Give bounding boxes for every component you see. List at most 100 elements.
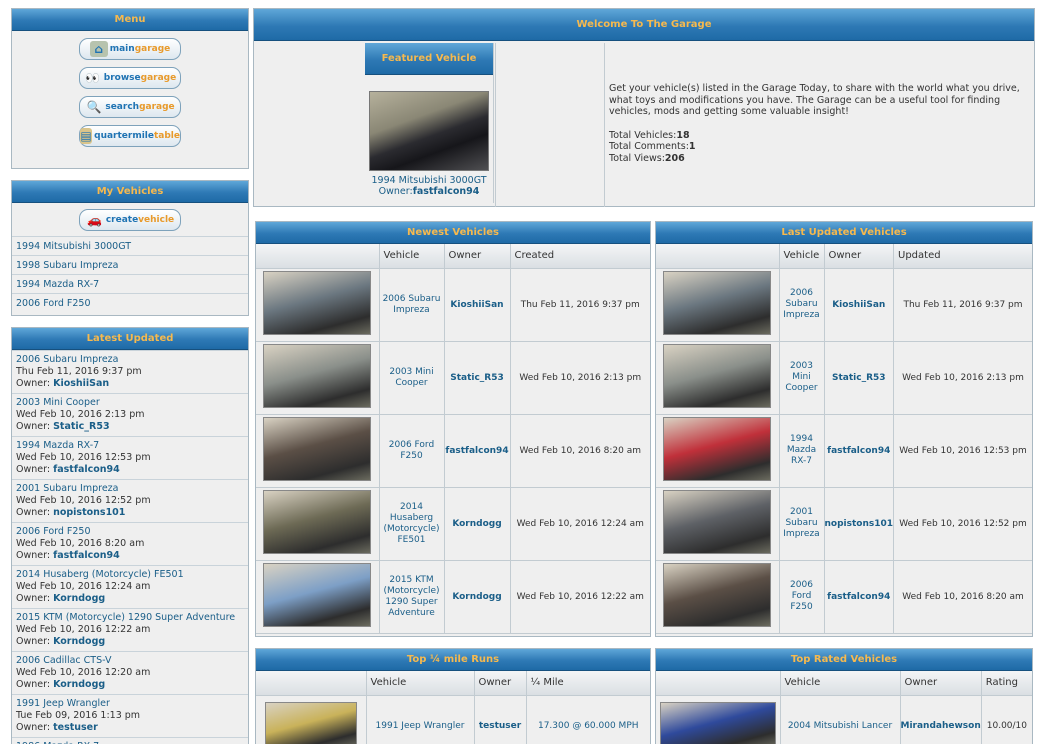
owner-link[interactable]: fastfalcon94	[824, 414, 895, 488]
thumb-cell	[656, 487, 780, 561]
featured-image[interactable]	[369, 91, 489, 171]
my-vehicle-item[interactable]: 1994 Mitsubishi 3000GT	[12, 236, 248, 255]
search-garage-button[interactable]: 🔍 search garage	[79, 96, 181, 118]
vehicle-link[interactable]: 2006 Ford F250	[379, 414, 445, 488]
owner-link[interactable]: fastfalcon94	[444, 414, 511, 488]
featured-owner[interactable]: fastfalcon94	[413, 186, 480, 197]
owner-link[interactable]: KioshiiSan	[824, 268, 895, 342]
top-rated-header: Top Rated Vehicles	[656, 649, 1032, 671]
owner-link[interactable]: Korndogg	[444, 560, 511, 634]
featured-vehicle-name[interactable]: 1994 Mitsubishi 3000GT	[365, 175, 493, 186]
vehicle-link[interactable]: 2006 Subaru Impreza	[779, 268, 825, 342]
latest-updated-header: Latest Updated	[12, 328, 248, 350]
car-add-icon: 🚗	[87, 213, 103, 227]
featured-owner-label: Owner:	[378, 186, 413, 197]
vehicle-thumbnail[interactable]	[264, 701, 357, 744]
last-updated-vehicles-table: Vehicle Owner Updated 2006 Subaru Imprez…	[656, 244, 1032, 634]
browse-garage-button[interactable]: 👀 browse garage	[79, 67, 181, 89]
owner-label: Owner:	[16, 421, 54, 432]
owner-link[interactable]: fastfalcon94	[53, 550, 120, 561]
vehicle-thumbnail[interactable]	[663, 490, 772, 554]
vehicle-link[interactable]: 1994 Mazda RX-7	[779, 414, 825, 488]
owner-link[interactable]: nopistons101	[53, 507, 125, 518]
thumb-cell	[656, 268, 780, 342]
my-vehicle-item[interactable]: 1998 Subaru Impreza	[12, 255, 248, 274]
my-vehicle-item[interactable]: 2006 Ford F250	[12, 293, 248, 312]
latest-item-owner: Owner: Korndogg	[16, 679, 244, 691]
latest-item-title[interactable]: 2006 Ford F250	[16, 526, 244, 538]
owner-link[interactable]: Korndogg	[444, 487, 511, 561]
col-vehicle: Vehicle	[366, 671, 475, 696]
owner-link[interactable]: testuser	[474, 695, 527, 744]
vehicle-link[interactable]: 2001 Subaru Impreza	[779, 487, 825, 561]
latest-item-title[interactable]: 2006 Cadillac CTS-V	[16, 655, 244, 667]
vehicle-link[interactable]: 2015 KTM (Motorcycle) 1290 Super Adventu…	[379, 560, 445, 634]
owner-link[interactable]: nopistons101	[824, 487, 895, 561]
latest-item-date: Wed Feb 10, 2016 12:52 pm	[16, 495, 151, 506]
vehicle-thumbnail[interactable]	[663, 417, 772, 481]
col-image	[256, 244, 380, 269]
vehicle-link[interactable]: 1991 Jeep Wrangler	[366, 695, 475, 744]
owner-link[interactable]: Static_R53	[824, 341, 895, 415]
owner-link[interactable]: Korndogg	[53, 593, 105, 604]
stat-value: 206	[664, 152, 685, 164]
latest-item-date: Wed Feb 10, 2016 12:53 pm	[16, 452, 151, 463]
my-vehicle-item[interactable]: 1994 Mazda RX-7	[12, 274, 248, 293]
vehicle-thumbnail[interactable]	[263, 344, 372, 408]
col-vehicle: Vehicle	[780, 671, 901, 696]
vehicle-thumbnail[interactable]	[263, 271, 372, 335]
thumb-cell	[256, 341, 380, 415]
main-garage-button[interactable]: ⌂ main garage	[79, 38, 181, 60]
vehicle-thumbnail[interactable]	[263, 490, 372, 554]
latest-item-title[interactable]: 1994 Mazda RX-7	[16, 440, 244, 452]
vehicle-link[interactable]: 2004 Mitsubishi Lancer	[780, 695, 901, 744]
vehicle-thumbnail[interactable]	[663, 271, 772, 335]
stat-label: Total Comments:	[609, 141, 689, 152]
latest-item-title[interactable]: 2014 Husaberg (Motorcycle) FE501	[16, 569, 244, 581]
vehicle-thumbnail[interactable]	[663, 563, 772, 627]
owner-link[interactable]: KioshiiSan	[444, 268, 511, 342]
vehicle-link[interactable]: 2014 Husaberg (Motorcycle) FE501	[379, 487, 445, 561]
owner-link[interactable]: Korndogg	[53, 636, 105, 647]
featured-divider-left	[495, 43, 496, 207]
create-vehicle-button[interactable]: 🚗 create vehicle	[79, 209, 181, 231]
owner-label: Owner:	[16, 507, 54, 518]
vehicle-thumbnail[interactable]	[663, 344, 772, 408]
created-date: Wed Feb 10, 2016 2:13 pm	[510, 341, 650, 415]
col-image	[656, 671, 781, 696]
col-updated: Updated	[893, 244, 1032, 269]
table-row: 2006 Ford F250 fastfalcon94 Wed Feb 10, 20…	[656, 560, 1032, 634]
latest-item-title[interactable]: 2015 KTM (Motorcycle) 1290 Super Adventu…	[16, 612, 244, 624]
vehicle-link[interactable]: 2006 Subaru Impreza	[379, 268, 445, 342]
latest-item-date: Wed Feb 10, 2016 12:22 am	[16, 624, 151, 635]
owner-link[interactable]: KioshiiSan	[53, 378, 109, 389]
vehicle-thumbnail[interactable]	[659, 701, 776, 744]
latest-item-title[interactable]: 2006 Subaru Impreza	[16, 354, 244, 366]
latest-item-owner: Owner: KioshiiSan	[16, 378, 244, 390]
owner-link[interactable]: fastfalcon94	[53, 464, 120, 475]
latest-item-title[interactable]: 2001 Subaru Impreza	[16, 483, 244, 495]
owner-link[interactable]: Korndogg	[53, 679, 105, 690]
last-updated-vehicles-panel: Last Updated Vehicles Vehicle Owner Upda…	[655, 221, 1033, 637]
vehicle-link[interactable]: 2003 Mini Cooper	[379, 341, 445, 415]
quartermile-table-button[interactable]: ▤ quartermile table	[79, 125, 181, 147]
vehicle-link[interactable]: 2003 Mini Cooper	[779, 341, 825, 415]
table-row: 2003 Mini Cooper Static_R53 Wed Feb 10, 20…	[256, 341, 650, 415]
created-date: Wed Feb 10, 2016 12:24 am	[510, 487, 650, 561]
created-date: Wed Feb 10, 2016 8:20 am	[510, 414, 650, 488]
latest-updated-item: 2003 Mini Cooper Wed Feb 10, 2016 2:13 pm…	[12, 393, 248, 436]
created-date: Wed Feb 10, 2016 12:22 am	[510, 560, 650, 634]
table-row: 1991 Jeep Wrangler testuser 17.300 @ 60.00…	[256, 695, 650, 744]
latest-item-title[interactable]: 1991 Jeep Wrangler	[16, 698, 244, 710]
owner-link[interactable]: Static_R53	[444, 341, 511, 415]
owner-link[interactable]: Static_R53	[53, 421, 110, 432]
thumb-cell	[256, 560, 380, 634]
latest-item-title[interactable]: 2003 Mini Cooper	[16, 397, 244, 409]
latest-item-date: Wed Feb 10, 2016 8:20 am	[16, 538, 145, 549]
owner-link[interactable]: fastfalcon94	[824, 560, 895, 634]
vehicle-link[interactable]: 2006 Ford F250	[779, 560, 825, 634]
vehicle-thumbnail[interactable]	[263, 417, 372, 481]
owner-link[interactable]: testuser	[53, 722, 98, 733]
vehicle-thumbnail[interactable]	[263, 563, 372, 627]
owner-link[interactable]: Mirandahewson	[900, 695, 982, 744]
